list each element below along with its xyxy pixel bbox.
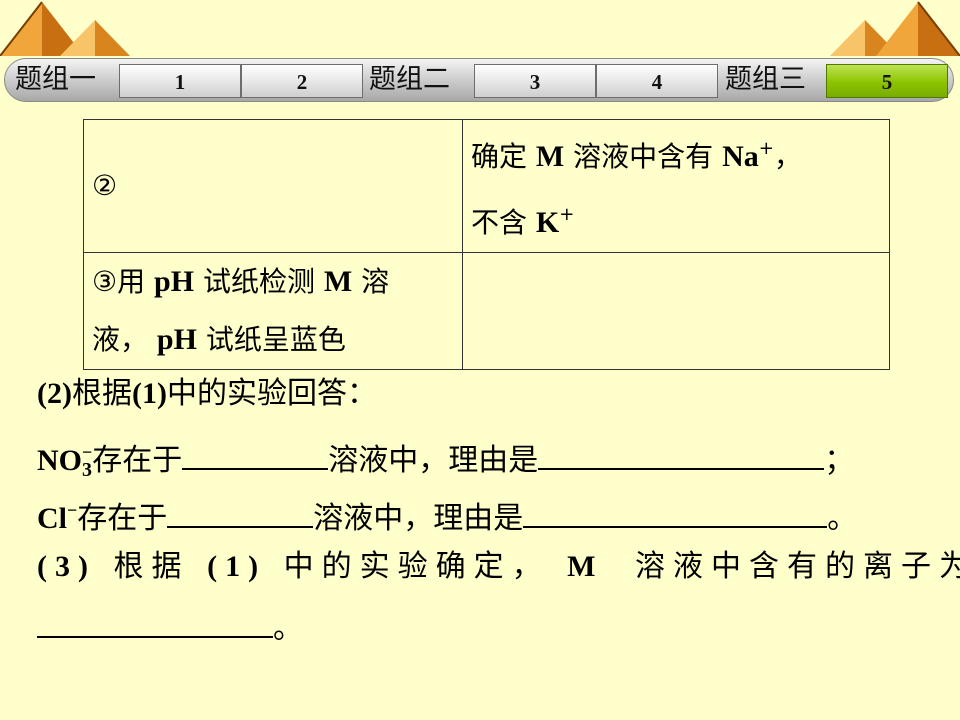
- question-text: 根据: [71, 376, 132, 411]
- nav-button-3[interactable]: 3: [474, 64, 596, 98]
- answer-blank-cl-location[interactable]: [167, 496, 314, 528]
- ion-charge: −: [82, 442, 93, 462]
- decorative-triangles-left: [0, 1, 130, 56]
- question-text: 存在于: [77, 501, 168, 536]
- table-cell-step-2: ②: [83, 119, 463, 253]
- question-number: (2): [37, 377, 72, 410]
- ion-charge: −: [67, 500, 78, 520]
- cell-text-ph: pH: [156, 323, 197, 356]
- table-row: ③用 pH 试纸检测 M 溶 液， pH 试纸呈蓝色: [83, 252, 890, 370]
- nav-button-1[interactable]: 1: [119, 64, 241, 98]
- nav-group-3-label[interactable]: 题组三: [725, 64, 806, 96]
- nav-group-1-label[interactable]: 题组一: [15, 64, 96, 96]
- question-3-answer-line: 。: [37, 600, 303, 658]
- ion-k: K: [535, 206, 560, 239]
- nav-group-2-label[interactable]: 题组二: [369, 64, 450, 96]
- cell-text: 试纸检测: [202, 265, 315, 298]
- step-2-marker: ②: [92, 169, 118, 202]
- table-cell-conclusion-3-empty: [462, 252, 890, 370]
- nav-button-2[interactable]: 2: [241, 64, 363, 98]
- question-ref: (1): [131, 377, 167, 410]
- cell-text: 溶液中含有: [573, 140, 714, 173]
- question-text: ；: [824, 443, 855, 478]
- table-cell-step-3: ③用 pH 试纸检测 M 溶 液， pH 试纸呈蓝色: [83, 252, 463, 370]
- question-text: 中的实验回答：: [166, 376, 377, 411]
- decorative-triangles-right: [830, 1, 960, 56]
- cell-text: 试纸呈蓝色: [205, 323, 346, 356]
- ion-k-charge: +: [559, 204, 575, 225]
- question-text: 中的实验确定，: [283, 549, 550, 584]
- ion-na: Na: [722, 140, 759, 173]
- question-text: 溶液中含有的离子为: [635, 549, 960, 584]
- question-ref: (1): [207, 550, 267, 583]
- question-3-line: (3) 根据 (1) 中的实验确定， M 溶液中含有的离子为: [37, 538, 960, 596]
- cell-text-m: M: [535, 140, 565, 173]
- ion-formula: NO: [37, 444, 82, 477]
- table-row: ② 确定 M 溶液中含有 Na+， 不含 K+: [83, 119, 890, 253]
- ion-subscript: 3: [82, 459, 92, 481]
- cell-text: 确定: [471, 140, 528, 173]
- question-nav-bar: 题组一 1 2 题组二 3 4 题组三 5: [4, 58, 954, 102]
- question-text: 溶液中，理由是: [313, 501, 524, 536]
- question-text: 。: [273, 611, 303, 646]
- answer-blank-no3-reason[interactable]: [538, 438, 825, 470]
- experiment-table: ② 确定 M 溶液中含有 Na+， 不含 K+ ③用 pH 试纸检测 M 溶 液…: [83, 119, 890, 370]
- nav-button-5-active[interactable]: 5: [826, 64, 948, 98]
- table-cell-conclusion-2: 确定 M 溶液中含有 Na+， 不含 K+: [462, 119, 890, 253]
- question-text: 。: [827, 501, 858, 536]
- question-text: 存在于: [92, 443, 183, 478]
- cell-text: ③用: [92, 265, 146, 298]
- cell-text-m: M: [323, 265, 353, 298]
- answer-blank-no3-location[interactable]: [182, 438, 329, 470]
- answer-blank-cl-reason[interactable]: [523, 496, 828, 528]
- cell-text: 液，: [92, 323, 149, 356]
- cell-text-ph: pH: [154, 265, 195, 298]
- answer-blank-ions[interactable]: [37, 606, 273, 638]
- ion-na-charge: +: [758, 138, 774, 159]
- question-number: (3): [37, 550, 96, 583]
- question-2-heading: (2)根据(1)中的实验回答：: [37, 365, 377, 423]
- question-text-m: M: [567, 550, 604, 583]
- cell-text: 溶: [361, 265, 390, 298]
- cell-text: ，: [773, 140, 802, 173]
- nav-button-4[interactable]: 4: [596, 64, 718, 98]
- cell-text: 不含: [471, 206, 528, 239]
- question-text: 根据: [113, 549, 190, 584]
- question-text: 溶液中，理由是: [328, 443, 539, 478]
- question-cl-line: Cl−存在于 溶液中，理由是 。: [37, 481, 857, 539]
- question-no3-line: NO3−存在于 溶液中，理由是 ；: [37, 423, 854, 481]
- ion-formula: Cl: [37, 502, 67, 535]
